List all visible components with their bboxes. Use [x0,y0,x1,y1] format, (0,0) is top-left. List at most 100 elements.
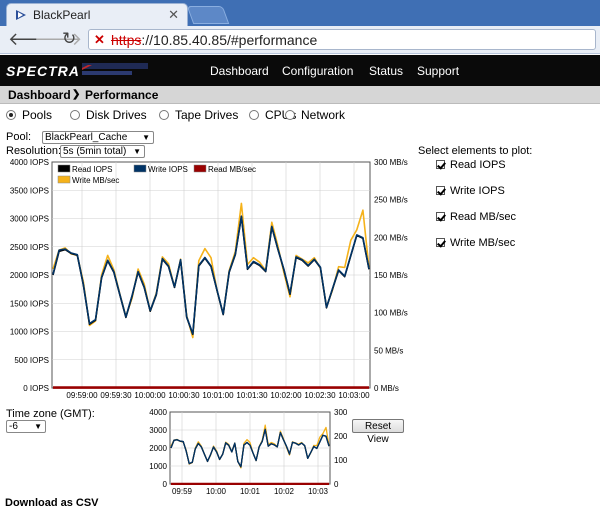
legend-swatch [57,175,71,184]
menu-configuration[interactable]: Configuration [282,64,353,78]
radio-unselected-icon [249,110,259,120]
overview-chart[interactable]: 0 1000 2000 3000 4000 0 100 200 300 09:59 10:00 10:… [130,404,360,496]
checkbox-write-iops[interactable]: Write IOPS [436,185,505,197]
legend-swatch [193,164,207,173]
pool-select[interactable]: BlackPearl_Cache ▼ [42,131,154,144]
plot-elements-title: Select elements to plot: [418,145,533,157]
x-tick-label: 10:00:30 [168,391,200,400]
breadcrumb-performance: Performance [85,88,159,102]
checkbox-read-iops[interactable]: Read IOPS [436,159,506,171]
y-right-tick-label: 0 MB/s [374,384,399,393]
checkbox-checked-icon [436,238,445,247]
menu-status[interactable]: Status [369,64,403,78]
checkbox-checked-icon [436,186,445,195]
x-tick-label: 09:59:00 [66,391,98,400]
radio-unselected-icon [285,110,295,120]
chevron-down-icon: ▼ [142,133,150,142]
x-tick-label: 10:01:30 [236,391,268,400]
legend-label: Read IOPS [72,165,112,174]
address-bar: 🡐 🡒 ↻ ✕ https://10.85.40.85/#performance [0,26,600,54]
x-tick-label: 10:01:00 [202,391,234,400]
x-tick-label: 10:02:30 [304,391,336,400]
x-tick-label: 10:03:00 [338,391,370,400]
y-right-tick-label: 100 MB/s [374,309,408,318]
legend-label: Read MB/sec [208,165,256,174]
reload-icon[interactable]: ↻ [62,29,76,49]
app-header: SPECTRA Dashboard Configuration Status S… [0,55,600,86]
breadcrumb: Dashboard ❯ Performance [0,86,600,104]
y-left-tick-label: 4000 [149,408,167,417]
x-tick-label: 09:59 [172,487,193,496]
y-left-tick-label: 3500 IOPS [10,186,49,195]
x-tick-label: 10:03 [308,487,329,496]
checkbox-write-mbsec[interactable]: Write MB/sec [436,237,515,249]
radio-network[interactable]: Network [285,108,345,122]
insecure-lock-icon: ✕ [94,32,105,47]
legend-swatch [57,164,71,173]
spectra-favicon-icon [16,10,26,20]
breadcrumb-separator-icon: ❯ [72,89,81,100]
y-right-tick-label: 150 MB/s [374,271,408,280]
new-tab-button[interactable] [186,6,230,24]
breadcrumb-dashboard[interactable]: Dashboard [8,88,71,102]
y-right-tick-label: 250 MB/s [374,196,408,205]
tab-title: BlackPearl [33,8,91,22]
x-tick-label: 10:01 [240,487,261,496]
radio-pools[interactable]: Pools [6,108,52,122]
browser-tab-bar: BlackPearl ✕ [0,0,600,26]
y-left-tick-label: 500 IOPS [14,356,49,365]
y-left-tick-label: 1500 IOPS [10,299,49,308]
y-left-tick-label: 4000 IOPS [10,158,49,167]
checkbox-read-mbsec[interactable]: Read MB/sec [436,211,516,223]
y-left-tick-label: 0 [163,480,168,489]
menu-support[interactable]: Support [417,64,459,78]
x-tick-label: 10:02 [274,487,295,496]
performance-chart[interactable]: 0 IOPS 500 IOPS 1000 IOPS 1500 IOPS 2000 IOP… [0,158,420,403]
y-right-tick-label: 300 [334,408,348,417]
radio-unselected-icon [159,110,169,120]
url-input[interactable]: ✕ https://10.85.40.85/#performance [88,29,596,50]
y-left-tick-label: 1000 [149,462,167,471]
y-left-tick-label: 3000 [149,426,167,435]
resolution-select[interactable]: 5s (5min total) ▼ [60,145,145,158]
x-tick-label: 10:00 [206,487,227,496]
timezone-select[interactable]: -6 ▼ [6,420,46,433]
y-left-tick-label: 3000 IOPS [10,215,49,224]
blackpearl-logo-graphic [68,61,152,79]
y-left-tick-label: 2000 IOPS [10,271,49,280]
y-right-tick-label: 50 MB/s [374,346,403,355]
resolution-label: Resolution: [6,145,62,157]
y-left-tick-label: 0 IOPS [23,384,49,393]
radio-selected-icon [6,110,16,120]
reset-view-button[interactable]: Reset View [352,419,404,445]
y-right-tick-label: 0 [334,480,339,489]
timezone-label: Time zone (GMT): [6,408,95,420]
checkbox-checked-icon [436,212,445,221]
legend-label: Write IOPS [148,165,188,174]
y-left-tick-label: 1000 IOPS [10,328,49,337]
x-tick-label: 09:59:30 [100,391,132,400]
radio-tape-drives[interactable]: Tape Drives [159,108,238,122]
x-tick-label: 10:02:00 [270,391,302,400]
legend-label: Write MB/sec [72,176,119,185]
url-text: https://10.85.40.85/#performance [111,32,318,48]
y-right-tick-label: 300 MB/s [374,158,408,167]
download-csv-link[interactable]: Download as CSV [5,497,99,509]
menu-dashboard[interactable]: Dashboard [210,64,269,78]
x-tick-label: 10:00:00 [134,391,166,400]
y-left-tick-label: 2500 IOPS [10,243,49,252]
browser-tab[interactable]: BlackPearl ✕ [6,3,188,26]
y-right-tick-label: 200 MB/s [374,233,408,242]
y-right-tick-label: 100 [334,456,348,465]
legend-swatch [133,164,147,173]
pool-label: Pool: [6,131,32,143]
spectra-logo: SPECTRA [6,63,80,79]
radio-unselected-icon [70,110,80,120]
tab-close-icon[interactable]: ✕ [168,7,179,23]
chevron-down-icon: ▼ [133,147,141,156]
y-right-tick-label: 200 [334,432,348,441]
y-left-tick-label: 2000 [149,444,167,453]
chevron-down-icon: ▼ [34,422,42,431]
radio-disk-drives[interactable]: Disk Drives [70,108,147,122]
checkbox-checked-icon [436,160,445,169]
